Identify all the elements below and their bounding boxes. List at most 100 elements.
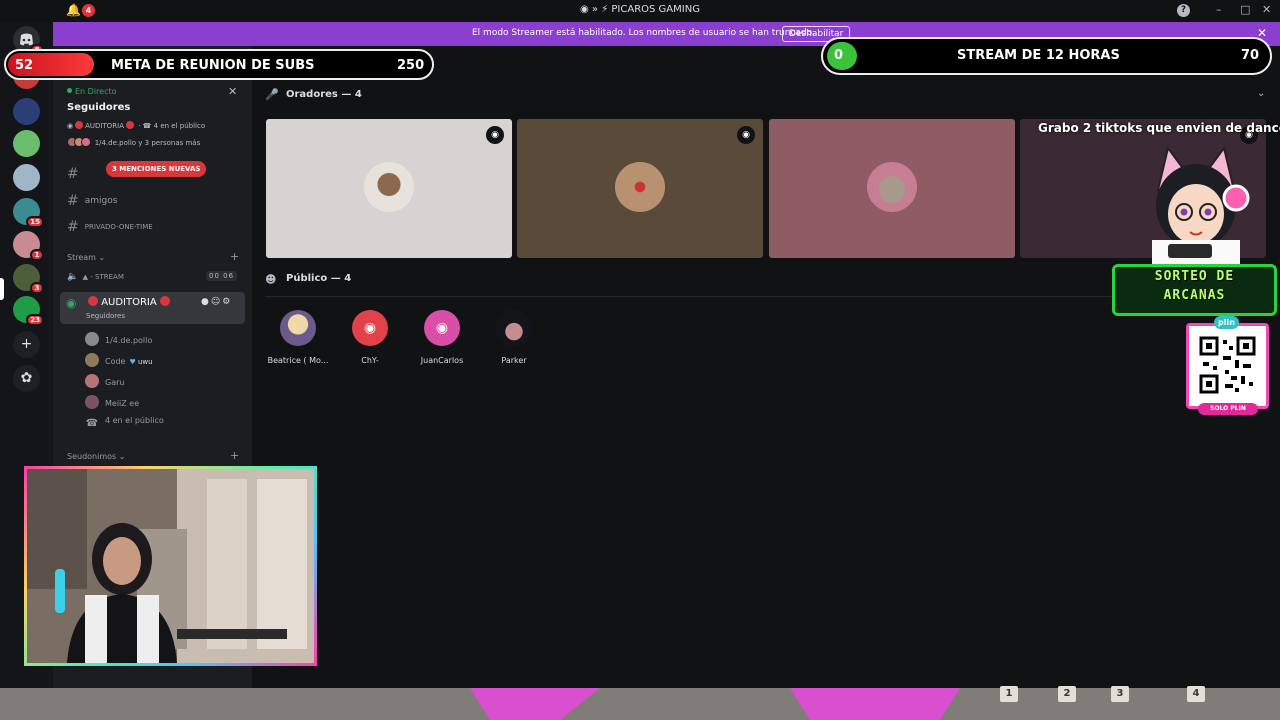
live-stage-title[interactable]: Seguidores	[67, 102, 130, 113]
invite-icon[interactable]: ☺	[211, 297, 222, 307]
stream-timer: 00 06	[206, 271, 238, 281]
maximize-icon[interactable]: □	[1240, 3, 1250, 16]
explore-servers-icon[interactable]: ✿	[13, 365, 40, 392]
red-circle-icon	[75, 121, 84, 129]
audience-name: JuanCarlos	[420, 356, 464, 365]
live-dot-icon	[67, 88, 72, 93]
close-live-panel-icon[interactable]: ✕	[228, 85, 237, 98]
giveaway-line-2: ARCANAS	[1163, 288, 1226, 303]
chat-icon[interactable]: ●	[201, 297, 211, 307]
streamer-mode-message: El modo Streamer está habilitado. Los no…	[472, 28, 815, 38]
server-icon[interactable]: 23	[13, 296, 44, 326]
member-tag: ♥ uwu	[129, 358, 152, 366]
channel-name: STREAM	[95, 273, 124, 281]
selected-server-indicator	[0, 278, 4, 300]
add-channel-icon[interactable]: +	[230, 449, 239, 462]
public-title: Público — 4	[286, 273, 352, 284]
channel-name: amigos	[84, 196, 118, 206]
audience-member[interactable]: Parker	[478, 310, 550, 365]
category-name: Stream	[67, 253, 96, 262]
help-icon[interactable]: ?	[1177, 4, 1190, 17]
server-icon[interactable]	[13, 98, 40, 125]
voice-member[interactable]: MeiiZ ee	[85, 395, 139, 409]
audience-name: Parker	[501, 356, 527, 365]
new-mentions-badge[interactable]: 3 MENCIONES NUEVAS	[106, 161, 207, 177]
voice-channel-auditoria[interactable]: ◉ AUDITORIA Seguidores ●☺⚙	[60, 292, 245, 324]
heart-icon: ♥	[129, 358, 136, 366]
speaker-tile[interactable]: ◉	[517, 119, 763, 258]
avatar	[81, 137, 91, 147]
category-seudonimos[interactable]: Seudonimos ⌄	[67, 452, 125, 461]
stream-goal-target: 70	[1241, 48, 1260, 63]
live-label: En Directo	[75, 87, 117, 96]
subs-goal-label: META DE REUNION DE SUBS	[111, 58, 315, 73]
voice-member[interactable]: Garu	[85, 374, 124, 388]
scene-key-3: 3	[1111, 686, 1129, 702]
plin-logo: plin	[1214, 316, 1239, 329]
add-channel-icon[interactable]: +	[230, 250, 239, 263]
stage-main: 🎤 Oradores — 4 ⌄ ◉ ◉ ◉ ☻ Público — 4 Bea…	[252, 46, 1280, 690]
stage-name: AUDITORIA	[85, 122, 124, 130]
server-icon[interactable]: 3	[13, 264, 44, 294]
channel-item-hidden[interactable]: #	[67, 166, 85, 182]
minimize-icon[interactable]: –	[1216, 3, 1222, 16]
audience-member[interactable]: ◉ JuanCarlos	[406, 310, 478, 365]
server-badge: 15	[26, 216, 44, 228]
voice-member[interactable]: Code ♥ uwu	[85, 353, 153, 367]
section-divider	[265, 296, 1260, 297]
server-badge: 3	[30, 282, 44, 294]
category-stream[interactable]: Stream ⌄	[67, 253, 105, 262]
discord-logo-icon: ◉	[363, 320, 377, 336]
member-name: Code	[105, 357, 126, 366]
server-icon[interactable]: 1	[13, 231, 44, 261]
red-circle-icon	[159, 296, 170, 306]
speaker-tile[interactable]	[769, 119, 1015, 258]
tiktok-ticker: Grabo 2 tiktoks que envien de dance	[1038, 121, 1280, 135]
public-count-text: 4 en el público	[105, 416, 164, 425]
window-title-text: PICAROS GAMING	[611, 4, 700, 15]
close-window-icon[interactable]: ✕	[1262, 3, 1271, 16]
server-icon[interactable]: 15	[13, 198, 44, 228]
stage-icon: ◉	[67, 122, 74, 130]
member-name: 1/4.de.pollo	[105, 336, 153, 345]
participants-text: 1/4.de.pollo y 3 personas más	[94, 139, 201, 147]
headphones-icon: ☎	[142, 122, 152, 130]
subs-current: 52	[15, 58, 34, 73]
speaker-icon: 🔈	[67, 272, 79, 282]
giveaway-sign: SORTEO DE ARCANAS	[1112, 264, 1277, 316]
audience-member[interactable]: Beatrice ( Mo...	[262, 310, 334, 365]
server-badge: 1	[30, 249, 44, 261]
channel-item-privado[interactable]: # PRIVADO-ONE-TIME	[67, 219, 153, 235]
voice-channel-subtitle: Seguidores	[86, 312, 125, 320]
hash-icon: #	[67, 166, 79, 182]
public-count-row[interactable]: ☎ 4 en el público	[85, 416, 164, 431]
window-titlebar: 🔔 4 ◉ » ⚡ PICAROS GAMING ? – □ ✕	[0, 0, 1280, 22]
server-icon[interactable]	[13, 164, 40, 191]
member-name: Garu	[105, 378, 125, 387]
server-icon[interactable]	[13, 130, 40, 157]
chevron-down-icon[interactable]: ⌄	[1257, 88, 1265, 99]
bottom-scene-strip	[0, 688, 1280, 720]
avatar	[85, 332, 99, 346]
avatar	[867, 162, 917, 212]
bell-icon[interactable]: 🔔	[66, 3, 81, 17]
avatar	[496, 310, 532, 346]
hash-icon: #	[67, 193, 79, 209]
red-circle-icon	[88, 296, 98, 306]
live-stage-meta: ◉ AUDITORIA · ☎ 4 en el público	[67, 121, 206, 130]
stream-goal-label: STREAM DE 12 HORAS	[957, 48, 1120, 63]
qr-code-icon	[1199, 336, 1256, 394]
audience-name: ChY-	[361, 356, 379, 365]
settings-gear-icon[interactable]: ⚙	[222, 297, 232, 307]
channel-item-amigos[interactable]: # amigos	[67, 193, 117, 209]
voice-channel-stream[interactable]: 🔈 ▲ - STREAM 00 06	[67, 271, 238, 282]
audience-member[interactable]: ◉ ChY-	[334, 310, 406, 365]
plin-qr-code	[1186, 323, 1269, 409]
speaker-tile[interactable]: ◉	[266, 119, 512, 258]
add-server-icon[interactable]: +	[13, 331, 40, 358]
scene-key-2: 2	[1058, 686, 1076, 702]
voice-member[interactable]: 1/4.de.pollo	[85, 332, 152, 346]
avatar: ◉	[352, 310, 388, 346]
member-tag-text: uwu	[138, 358, 153, 366]
pink-chair-scene	[470, 688, 960, 720]
